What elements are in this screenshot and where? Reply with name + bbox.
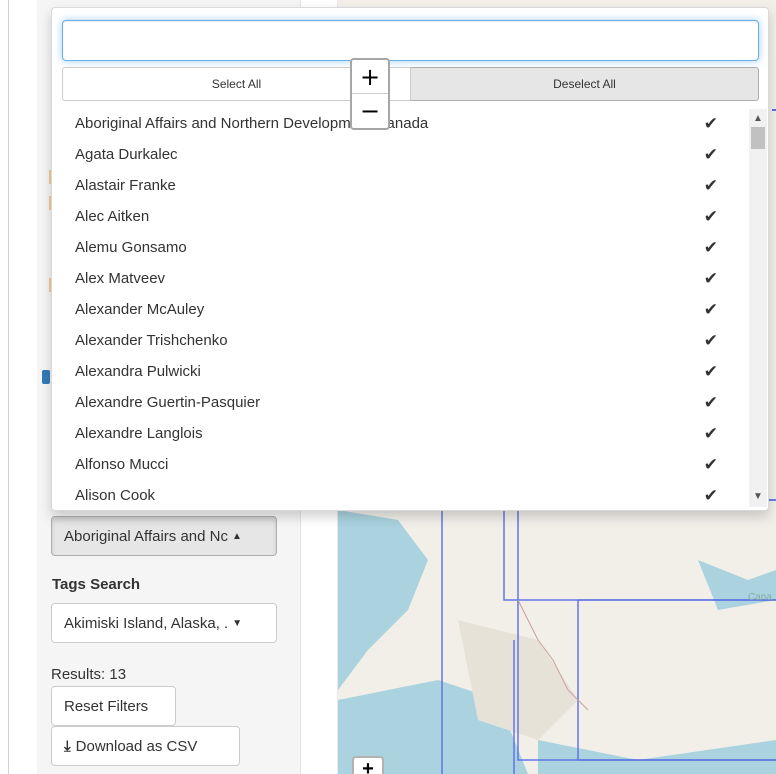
map-place-label: Cana xyxy=(748,592,772,603)
checkmark-icon: ✔ xyxy=(703,144,718,164)
results-count: Results: 13 xyxy=(51,666,127,683)
dropdown-option[interactable]: Alfonso Mucci ✔ xyxy=(52,449,746,480)
scroll-down-arrow-icon[interactable]: ▼ xyxy=(749,489,767,505)
dropdown-option[interactable]: Alex Matveev ✔ xyxy=(52,263,746,294)
tags-search-label: Tags Search xyxy=(52,576,141,593)
checkmark-icon: ✔ xyxy=(703,485,718,505)
select-actions: Select All Deselect All xyxy=(62,67,759,101)
zoom-in-button[interactable]: + xyxy=(352,60,388,94)
dropdown-option-label: Alastair Franke xyxy=(75,177,176,194)
download-csv-button[interactable]: ⤓ Download as CSV xyxy=(51,726,240,766)
download-icon: ⤓ xyxy=(64,737,71,755)
dropdown-option[interactable]: Alexander Trishchenko ✔ xyxy=(52,325,746,356)
checkmark-icon: ✔ xyxy=(703,361,718,381)
dropdown-option-label: Alfonso Mucci xyxy=(75,456,169,473)
dropdown-option[interactable]: Alexander McAuley ✔ xyxy=(52,294,746,325)
dropdown-option-label: Alemu Gonsamo xyxy=(75,239,187,256)
dropdown-option[interactable]: Alison Cook ✔ xyxy=(52,480,746,508)
checkmark-icon: ✔ xyxy=(703,268,718,288)
download-csv-label: Download as CSV xyxy=(75,737,198,755)
sidebar-badge-hint xyxy=(42,370,50,384)
checkmark-icon: ✔ xyxy=(703,175,718,195)
dropdown-option-label: Alexandra Pulwicki xyxy=(75,363,201,380)
map-boundary-4 xyxy=(577,599,776,761)
dropdown-option-label: Alexandre Guertin-Pasquier xyxy=(75,394,261,411)
author-select-value: Aboriginal Affairs and Nc xyxy=(64,527,228,545)
dropdown-option-label: Alexander Trishchenko xyxy=(75,332,228,349)
caret-down-icon: ▼ xyxy=(232,617,243,629)
map-zoom-in-stub[interactable]: + xyxy=(352,756,384,774)
checkmark-icon: ✔ xyxy=(703,392,718,412)
scroll-thumb[interactable] xyxy=(751,127,765,149)
author-select-toggle[interactable]: Aboriginal Affairs and Nc ▲ xyxy=(51,516,277,556)
checkmark-icon: ✔ xyxy=(703,206,718,226)
dropdown-option[interactable]: Alexandra Pulwicki ✔ xyxy=(52,356,746,387)
scroll-up-arrow-icon[interactable]: ▲ xyxy=(749,111,767,127)
dropdown-option-label: Alexander McAuley xyxy=(75,301,205,318)
reset-filters-label: Reset Filters xyxy=(64,697,149,715)
reset-filters-button[interactable]: Reset Filters xyxy=(51,686,176,726)
tags-select-toggle[interactable]: Akimiski Island, Alaska, . ▼ xyxy=(51,603,277,643)
dropdown-option[interactable]: Agata Durkalec ✔ xyxy=(52,139,746,170)
dropdown-option[interactable]: Aboriginal Affairs and Northern Developm… xyxy=(52,108,746,139)
dropdown-option-label: Alexandre Langlois xyxy=(75,425,203,442)
checkmark-icon: ✔ xyxy=(703,423,718,443)
deselect-all-button[interactable]: Deselect All xyxy=(411,67,759,101)
checkmark-icon: ✔ xyxy=(703,237,718,257)
checkmark-icon: ✔ xyxy=(703,454,718,474)
checkmark-icon: ✔ xyxy=(703,299,718,319)
dropdown-option-label: Alison Cook xyxy=(75,487,156,504)
tags-select-value: Akimiski Island, Alaska, . xyxy=(64,614,229,632)
caret-up-icon: ▲ xyxy=(231,530,242,542)
page-left-border xyxy=(8,0,9,774)
checkmark-icon: ✔ xyxy=(703,113,718,133)
dropdown-option-label: Alec Aitken xyxy=(75,208,150,225)
dropdown-option[interactable]: Alemu Gonsamo ✔ xyxy=(52,232,746,263)
dropdown-option[interactable]: Alexandre Guertin-Pasquier ✔ xyxy=(52,387,746,418)
dropdown-option[interactable]: Alexandre Langlois ✔ xyxy=(52,418,746,449)
map-water xyxy=(338,510,776,774)
dropdown-option-label: Alex Matveev xyxy=(75,270,166,287)
zoom-out-button[interactable]: − xyxy=(352,94,388,128)
dropdown-scrollbar[interactable]: ▲ ▼ xyxy=(749,109,767,507)
dropdown-option[interactable]: Alastair Franke ✔ xyxy=(52,170,746,201)
checkmark-icon: ✔ xyxy=(703,330,718,350)
map-zoom-control: + − xyxy=(350,58,390,130)
dropdown-search-input[interactable] xyxy=(62,20,759,61)
author-dropdown-menu: Select All Deselect All Aboriginal Affai… xyxy=(51,7,769,511)
dropdown-options-list: Aboriginal Affairs and Northern Developm… xyxy=(52,108,746,508)
dropdown-option-label: Agata Durkalec xyxy=(75,146,178,163)
dropdown-option[interactable]: Alec Aitken ✔ xyxy=(52,201,746,232)
